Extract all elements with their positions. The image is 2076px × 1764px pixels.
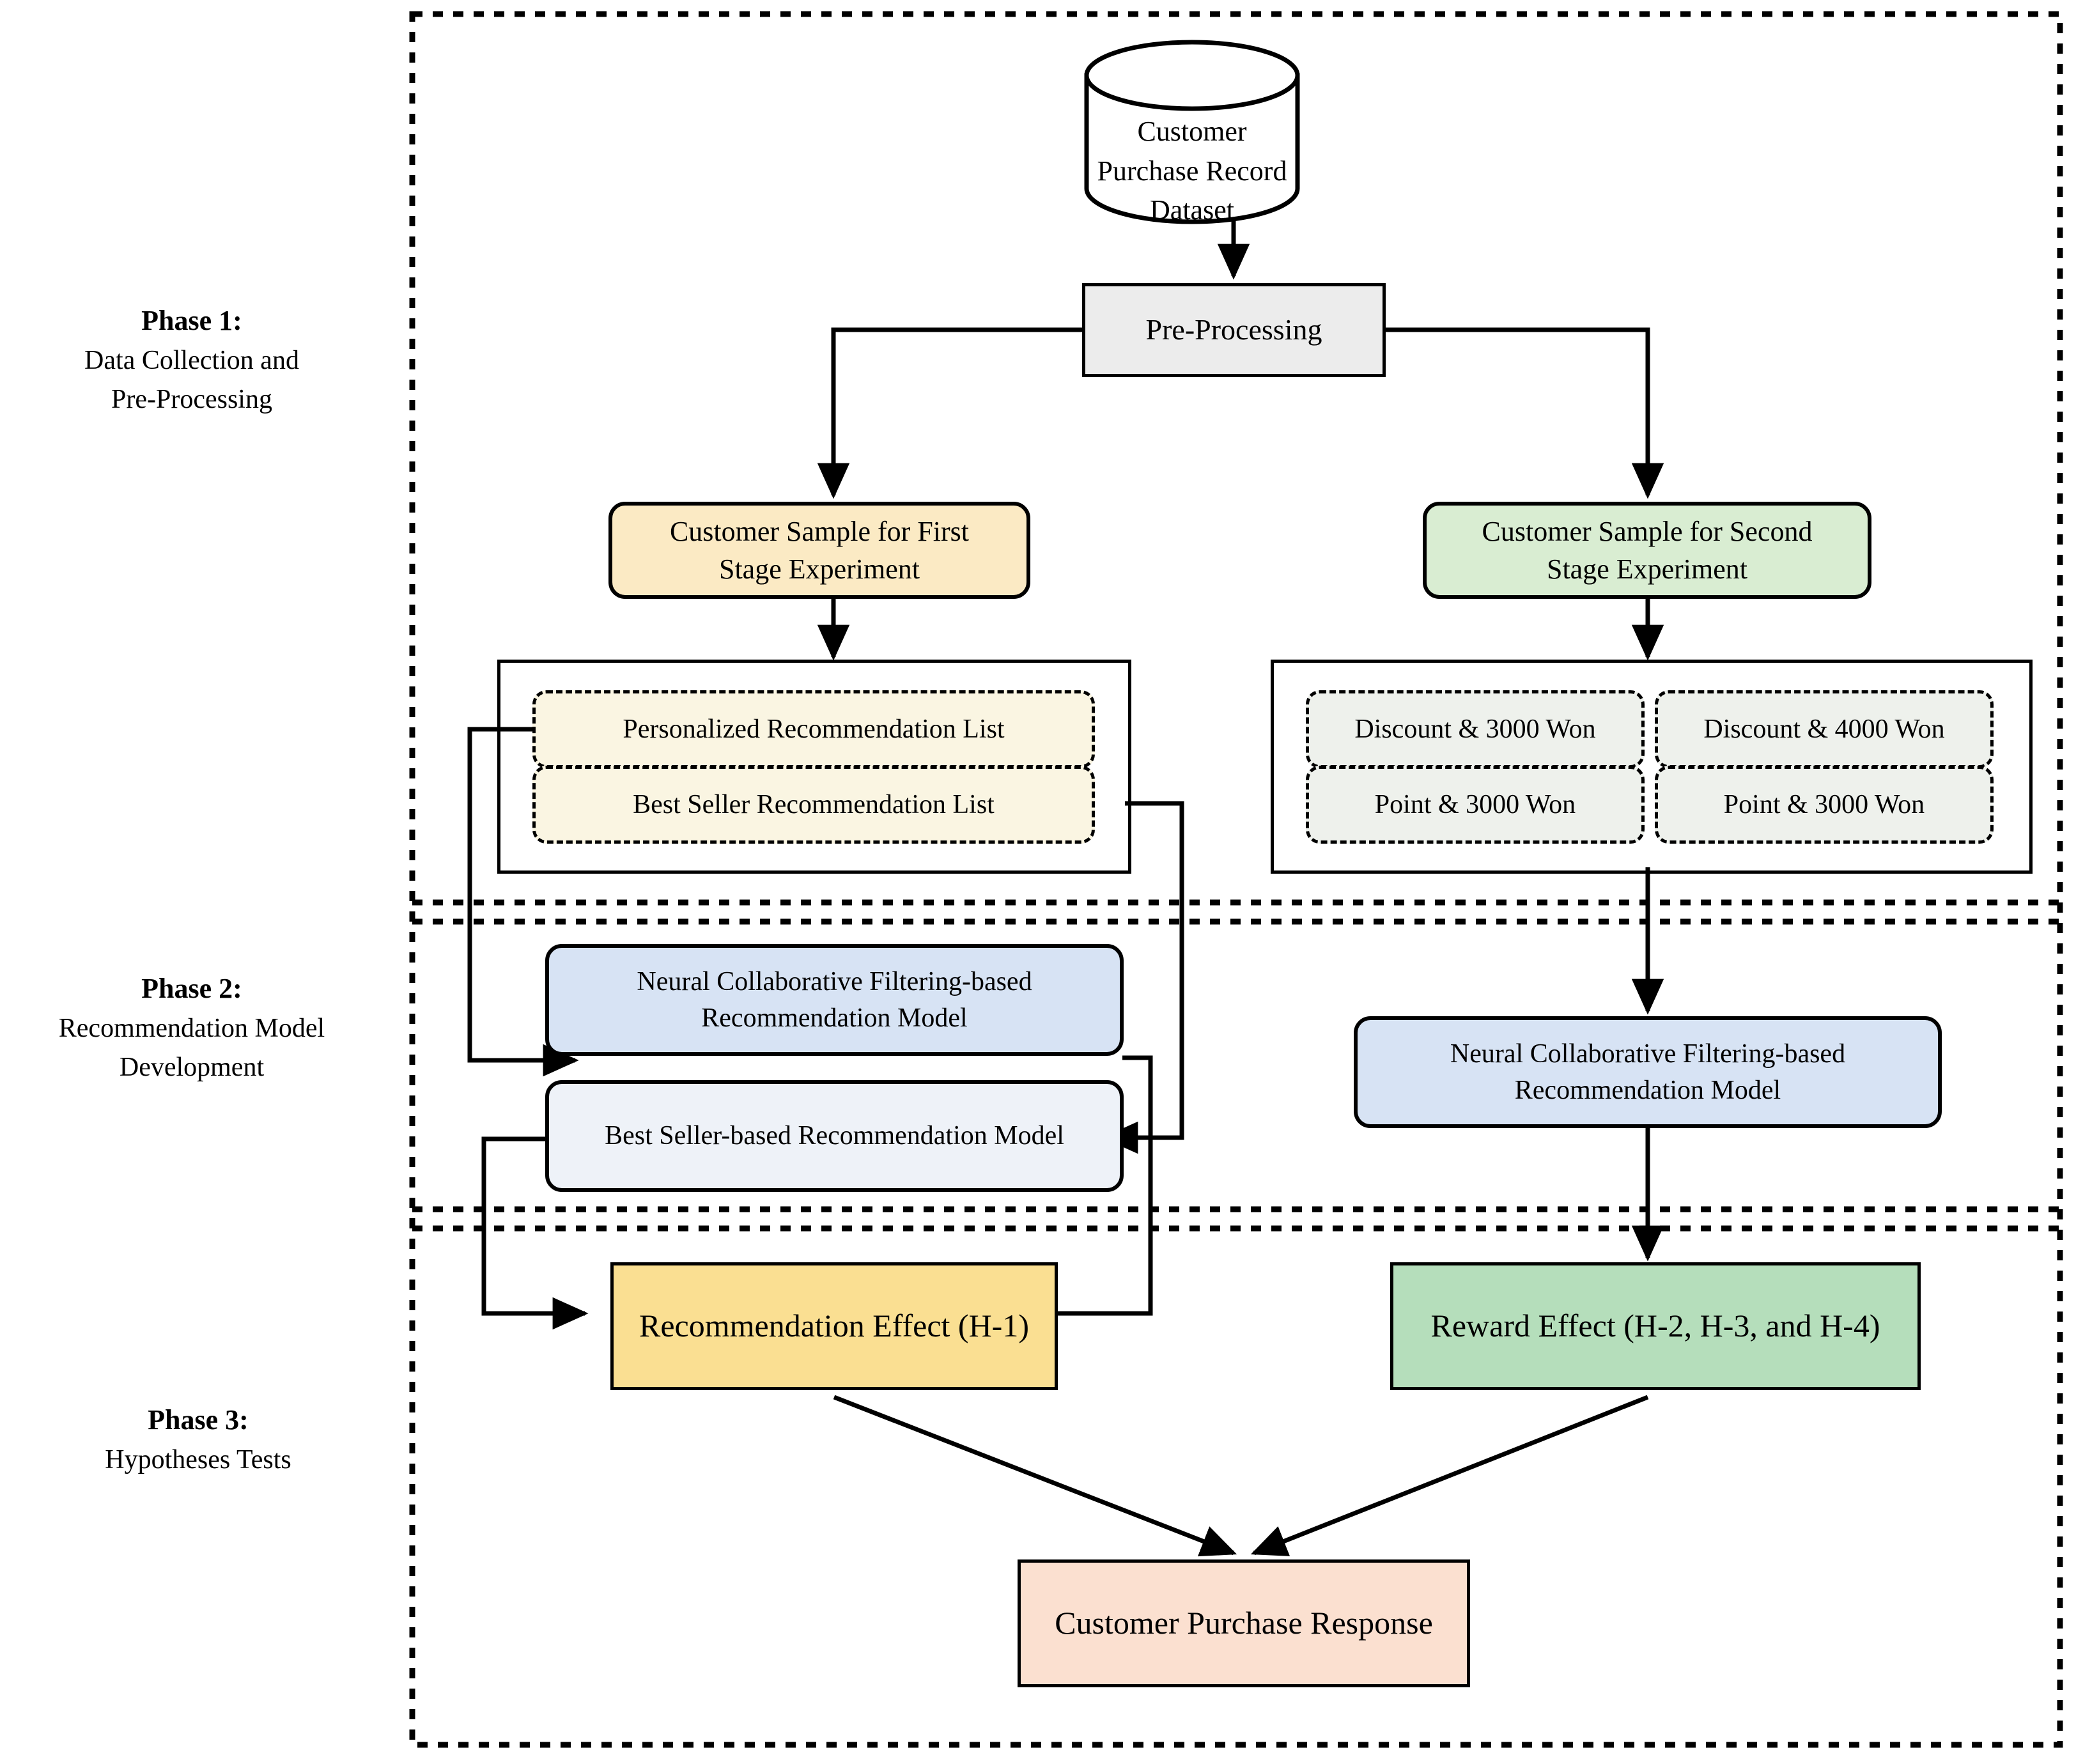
sample-first-line-1: Customer Sample for First <box>669 515 970 547</box>
preprocessing-node[interactable]: Pre-Processing <box>1082 283 1386 377</box>
phase-label-3: Phase 3: Hypotheses Tests <box>19 1400 377 1480</box>
phase-3-subtitle-line-1: Hypotheses Tests <box>105 1444 291 1474</box>
sample-first-node[interactable]: Customer Sample for First Stage Experime… <box>608 502 1030 599</box>
diagram-connectors-layer <box>409 11 2063 1748</box>
diagram-canvas: Phase 1: Data Collection and Pre-Process… <box>0 0 2076 1764</box>
ncf-model-right-line-1: Neural Collaborative Filtering-based <box>1450 1039 1846 1069</box>
recommendation-list-personalized[interactable]: Personalized Recommendation List <box>532 690 1095 768</box>
ncf-model-left-node[interactable]: Neural Collaborative Filtering-based Rec… <box>545 944 1124 1056</box>
reward-condition-discount-4000[interactable]: Discount & 4000 Won <box>1655 690 1994 768</box>
edge-recommendation-effect-to-purchase-response <box>833 1395 1237 1557</box>
phase-label-1: Phase 1: Data Collection and Pre-Process… <box>13 300 371 419</box>
ncf-model-left-label: Neural Collaborative Filtering-based Rec… <box>619 964 1050 1036</box>
recommendation-list-bestseller[interactable]: Best Seller Recommendation List <box>532 766 1095 844</box>
sample-second-line-2: Stage Experiment <box>1546 553 1747 585</box>
phase-1-subtitle-line-1: Data Collection and <box>84 345 299 375</box>
phase-label-2: Phase 2: Recommendation Model Developmen… <box>6 968 377 1087</box>
dataset-node: Customer Purchase Record Dataset <box>1087 112 1298 230</box>
phase-1-heading: Phase 1: <box>141 305 242 336</box>
bestseller-model-label: Best Seller-based Recommendation Model <box>605 1121 1064 1151</box>
reward-condition-discount-3000-label: Discount & 3000 Won <box>1354 714 1596 744</box>
purchase-response-node[interactable]: Customer Purchase Response <box>1018 1559 1470 1687</box>
sample-first-label: Customer Sample for First Stage Experime… <box>652 513 987 589</box>
outer-frame <box>409 11 2063 1748</box>
edge-preprocessing-to-sample-first <box>817 327 1082 499</box>
reward-condition-point-3000-a-label: Point & 3000 Won <box>1374 789 1576 819</box>
edge-reward-effect-to-purchase-response <box>1250 1395 1649 1556</box>
recommendation-list-bestseller-label: Best Seller Recommendation List <box>633 789 995 819</box>
phase-2-heading: Phase 2: <box>141 973 242 1004</box>
recommendation-effect-label: Recommendation Effect (H-1) <box>639 1308 1029 1344</box>
reward-effect-label: Reward Effect (H-2, H-3, and H-4) <box>1430 1308 1880 1344</box>
phase-2-subtitle-line-2: Development <box>119 1052 265 1082</box>
recommendation-effect-node[interactable]: Recommendation Effect (H-1) <box>610 1262 1058 1390</box>
sample-second-line-1: Customer Sample for Second <box>1482 515 1813 547</box>
ncf-model-left-line-1: Neural Collaborative Filtering-based <box>637 966 1032 996</box>
sample-second-node[interactable]: Customer Sample for Second Stage Experim… <box>1423 502 1871 599</box>
reward-condition-point-3000-a[interactable]: Point & 3000 Won <box>1306 766 1645 844</box>
recommendation-list-personalized-label: Personalized Recommendation List <box>623 714 1005 744</box>
ncf-model-right-line-2: Recommendation Model <box>1514 1075 1781 1105</box>
ncf-model-right-node[interactable]: Neural Collaborative Filtering-based Rec… <box>1354 1016 1942 1128</box>
preprocessing-label: Pre-Processing <box>1145 313 1322 346</box>
reward-condition-point-3000-b[interactable]: Point & 3000 Won <box>1655 766 1994 844</box>
ncf-model-left-line-2: Recommendation Model <box>701 1003 968 1033</box>
phase-1-subtitle-line-2: Pre-Processing <box>111 384 272 414</box>
edge-preprocessing-to-sample-second <box>1386 327 1664 499</box>
reward-condition-point-3000-b-label: Point & 3000 Won <box>1723 789 1925 819</box>
phase-3-heading: Phase 3: <box>148 1404 249 1435</box>
purchase-response-label: Customer Purchase Response <box>1055 1605 1433 1641</box>
sample-second-label: Customer Sample for Second Stage Experim… <box>1464 513 1831 589</box>
bestseller-model-node[interactable]: Best Seller-based Recommendation Model <box>545 1080 1124 1192</box>
ncf-model-right-label: Neural Collaborative Filtering-based Rec… <box>1432 1036 1863 1108</box>
reward-condition-discount-3000[interactable]: Discount & 3000 Won <box>1306 690 1645 768</box>
phase-2-subtitle-line-1: Recommendation Model <box>58 1013 325 1043</box>
sample-first-line-2: Stage Experiment <box>718 553 920 585</box>
reward-effect-node[interactable]: Reward Effect (H-2, H-3, and H-4) <box>1390 1262 1921 1390</box>
reward-condition-discount-4000-label: Discount & 4000 Won <box>1703 714 1945 744</box>
